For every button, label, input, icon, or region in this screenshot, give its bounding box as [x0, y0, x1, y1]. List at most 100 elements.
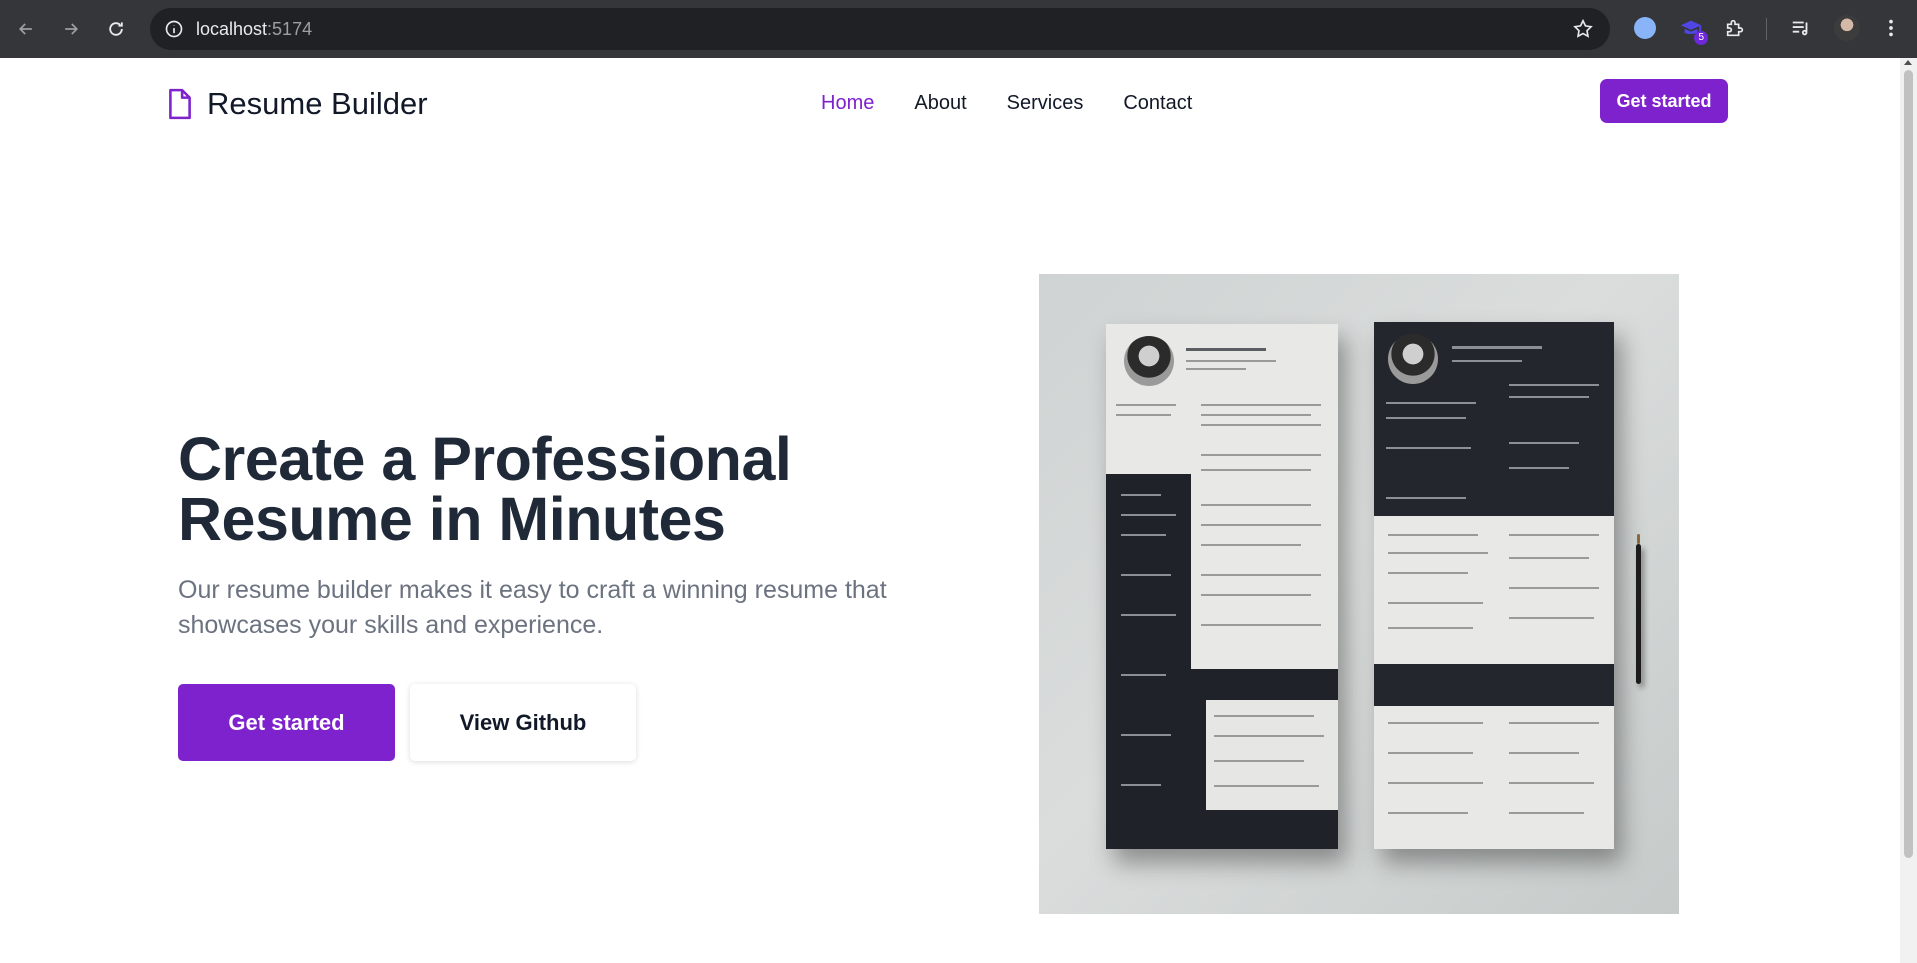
resume-line [1509, 752, 1579, 754]
get-started-nav-button[interactable]: Get started [1600, 79, 1728, 123]
resume-line [1509, 617, 1594, 619]
resume-line [1386, 497, 1466, 499]
reload-button[interactable] [102, 15, 130, 43]
extensions-button[interactable] [1722, 15, 1748, 41]
resume-line [1201, 574, 1321, 576]
nav-contact[interactable]: Contact [1123, 92, 1192, 115]
resume-line [1201, 424, 1321, 426]
resume-band-dark [1374, 664, 1614, 706]
get-started-button[interactable]: Get started [178, 684, 395, 761]
arrow-left-icon [18, 23, 32, 35]
arrow-right-icon [65, 23, 79, 35]
lens-extension-button[interactable] [1632, 15, 1658, 41]
browser-toolbar: localhost:5174 5 [0, 0, 1917, 58]
playlist-icon [1792, 21, 1808, 36]
hero-resume-image [1039, 274, 1679, 914]
pen [1636, 534, 1641, 684]
resume-line [1186, 368, 1246, 370]
scrollbar-thumb[interactable] [1904, 70, 1913, 858]
resume-footer-card [1206, 700, 1338, 810]
resume-line [1186, 348, 1266, 351]
url-text[interactable]: localhost:5174 [196, 19, 312, 40]
reload-icon [109, 22, 123, 36]
resume-line [1121, 494, 1161, 496]
resume-line [1509, 467, 1569, 469]
resume-line [1121, 614, 1176, 616]
browser-menu-button[interactable] [1878, 15, 1904, 41]
resume-line [1509, 384, 1599, 386]
page-scrollbar[interactable] [1900, 58, 1917, 963]
media-controls-button[interactable] [1788, 15, 1814, 41]
resume-line [1201, 524, 1321, 526]
resume-line [1116, 414, 1171, 416]
more-vertical-icon [1889, 19, 1893, 37]
resume-photo [1388, 334, 1438, 384]
resume-line [1388, 812, 1468, 814]
document-icon [169, 88, 191, 120]
resume-line [1121, 674, 1166, 676]
resume-line [1509, 812, 1584, 814]
resume-line [1388, 572, 1468, 574]
toolbar-divider [1766, 18, 1767, 40]
view-github-button[interactable]: View Github [410, 684, 636, 761]
resume-line [1201, 414, 1311, 416]
resume-sample-right [1374, 322, 1614, 849]
puzzle-icon [1726, 19, 1744, 37]
resume-line [1509, 534, 1599, 536]
resume-line [1388, 752, 1473, 754]
resume-line [1116, 404, 1176, 406]
hero-title-line1: Create a Professional [178, 425, 792, 493]
resume-line [1121, 784, 1161, 786]
resume-sidebar [1106, 474, 1191, 849]
main-menu: Home About Services Contact [821, 92, 1232, 115]
resume-line [1201, 624, 1321, 626]
resume-line [1509, 782, 1594, 784]
resume-line [1214, 785, 1319, 787]
resume-line [1388, 552, 1488, 554]
hero-title-line2: Resume in Minutes [178, 485, 726, 553]
profile-avatar[interactable] [1834, 15, 1860, 41]
resume-line [1214, 735, 1324, 737]
resume-line [1386, 402, 1476, 404]
resume-line [1201, 504, 1311, 506]
resume-line [1121, 734, 1171, 736]
resume-line [1509, 722, 1599, 724]
resume-line [1388, 602, 1483, 604]
graduation-extension-button[interactable]: 5 [1678, 15, 1708, 45]
resume-line [1509, 587, 1599, 589]
resume-line [1386, 417, 1466, 419]
bookmark-star-icon[interactable] [1572, 18, 1594, 40]
resume-line [1201, 469, 1311, 471]
resume-line [1201, 544, 1301, 546]
url-host: localhost [196, 19, 268, 39]
resume-line [1201, 594, 1311, 596]
brand-name: Resume Builder [207, 86, 428, 121]
forward-button[interactable] [57, 15, 85, 43]
resume-line [1452, 346, 1542, 349]
resume-line [1509, 557, 1589, 559]
nav-home[interactable]: Home [821, 92, 874, 115]
info-icon[interactable] [164, 19, 184, 39]
resume-photo [1124, 336, 1174, 386]
back-button[interactable] [12, 15, 40, 43]
resume-line [1388, 627, 1473, 629]
resume-line [1388, 782, 1483, 784]
resume-line [1509, 442, 1579, 444]
hero-subtitle: Our resume builder makes it easy to craf… [178, 576, 887, 639]
brand[interactable]: Resume Builder [167, 86, 428, 122]
resume-line [1186, 360, 1276, 362]
resume-line [1201, 454, 1321, 456]
scroll-up-arrow[interactable] [1904, 60, 1912, 65]
nav-services[interactable]: Services [1007, 92, 1084, 115]
resume-line [1386, 447, 1471, 449]
address-bar[interactable]: localhost:5174 [150, 8, 1610, 50]
resume-line [1509, 396, 1589, 398]
resume-line [1121, 514, 1176, 516]
site-navbar: Resume Builder Home About Services Conta… [0, 58, 1900, 146]
nav-about[interactable]: About [914, 92, 966, 115]
resume-line [1452, 360, 1522, 362]
resume-line [1121, 574, 1171, 576]
extension-badge: 5 [1694, 31, 1708, 45]
lens-icon [1634, 17, 1656, 39]
resume-sample-left [1106, 324, 1338, 849]
